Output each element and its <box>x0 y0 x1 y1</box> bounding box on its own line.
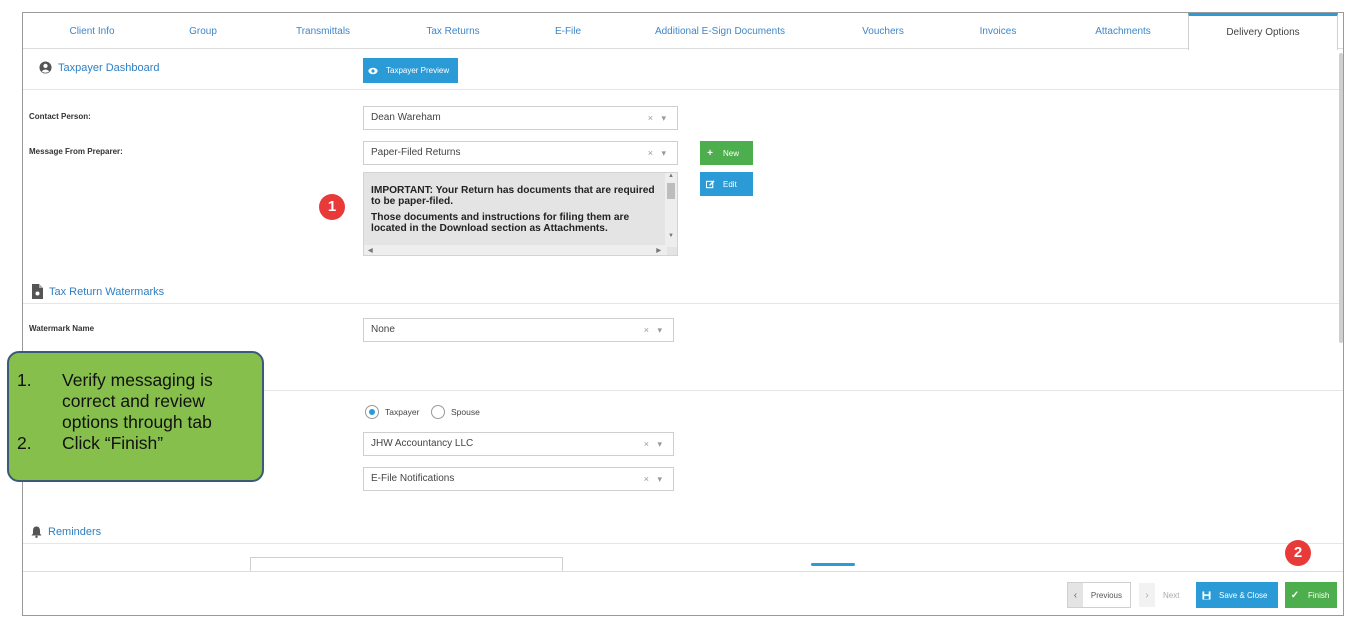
reminder-toggle-partial[interactable] <box>811 563 855 566</box>
step-2-badge: 2 <box>1285 540 1311 566</box>
finish-label: Finish <box>1308 590 1330 600</box>
radio-spouse[interactable]: Spouse <box>431 405 480 419</box>
chevron-right-icon: › <box>1139 583 1155 607</box>
scroll-left-icon[interactable]: ◀ <box>368 247 373 254</box>
tab-delivery-options[interactable]: Delivery Options <box>1188 13 1338 50</box>
instruction-text: Click “Finish” <box>62 433 164 453</box>
notification-sender-select[interactable]: JHW Accountancy LLC × ▾ <box>363 432 674 456</box>
watermark-name-value: None <box>371 324 395 335</box>
edit-message-button[interactable]: Edit <box>700 172 753 196</box>
contact-person-label: Contact Person: <box>29 112 91 121</box>
taxpayer-preview-button[interactable]: Taxpayer Preview <box>363 58 458 83</box>
divider <box>23 543 1343 544</box>
divider <box>23 89 1343 90</box>
taxpayer-dashboard-title: Taxpayer Dashboard <box>58 61 160 74</box>
contact-person-select[interactable]: Dean Wareham × ▾ <box>363 106 678 130</box>
document-icon <box>32 284 43 299</box>
message-template-select[interactable]: Paper-Filed Returns × ▾ <box>363 141 678 165</box>
checkmark-icon: ✓ <box>1290 589 1300 601</box>
tab-e-file[interactable]: E-File <box>523 13 613 49</box>
scroll-right-icon[interactable]: ▶ <box>656 247 661 254</box>
message-template-value: Paper-Filed Returns <box>371 147 461 158</box>
scroll-up-icon[interactable]: ▲ <box>668 173 674 179</box>
save-and-close-button[interactable]: Save & Close <box>1196 582 1278 608</box>
tab-bar: Client Info Group Transmittals Tax Retur… <box>23 13 1343 50</box>
tab-additional-esign-documents[interactable]: Additional E-Sign Documents <box>635 13 805 49</box>
tab-group[interactable]: Group <box>153 13 253 49</box>
notification-type-select[interactable]: E-File Notifications × ▾ <box>363 467 674 491</box>
tab-attachments[interactable]: Attachments <box>1068 13 1178 49</box>
clear-dropdown-icons[interactable]: × ▾ <box>644 468 665 490</box>
tab-client-info[interactable]: Client Info <box>37 13 147 49</box>
edit-icon <box>700 172 720 196</box>
instruction-text: Verify messaging is correct and review o… <box>62 370 213 432</box>
page-scrollbar[interactable] <box>1339 53 1343 343</box>
save-and-close-label: Save & Close <box>1219 590 1268 600</box>
message-preview-box[interactable]: IMPORTANT: Your Return has documents tha… <box>363 172 678 256</box>
clear-dropdown-icons[interactable]: × ▾ <box>648 142 669 164</box>
tab-tax-returns[interactable]: Tax Returns <box>393 13 513 49</box>
clear-dropdown-icons[interactable]: × ▾ <box>648 107 669 129</box>
tab-transmittals[interactable]: Transmittals <box>268 13 378 49</box>
tax-return-watermarks-title: Tax Return Watermarks <box>49 285 165 298</box>
message-from-preparer-label: Message From Preparer: <box>29 147 123 156</box>
instruction-item: 2. Click “Finish” <box>9 433 262 454</box>
message-body-line: Those documents and instructions for fil… <box>371 212 630 234</box>
horizontal-scrollbar[interactable] <box>364 245 667 255</box>
bell-icon <box>31 526 42 538</box>
scroll-down-icon[interactable]: ▼ <box>668 233 674 239</box>
instruction-list: 1. Verify messaging is correct and revie… <box>9 370 262 454</box>
clear-dropdown-icons[interactable]: × ▾ <box>644 433 665 455</box>
radio-spouse-label: Spouse <box>451 407 480 417</box>
reminders-title: Reminders <box>48 526 102 538</box>
radio-taxpayer-circle[interactable] <box>365 405 379 419</box>
step-1-badge: 1 <box>319 194 345 220</box>
instruction-number: 1. <box>17 370 32 390</box>
eye-icon <box>363 59 383 83</box>
footer-action-bar: ‹ Previous › Next Save & Close ✓ Finish <box>23 571 1343 615</box>
next-button[interactable]: › Next <box>1139 582 1189 608</box>
previous-button[interactable]: ‹ Previous <box>1067 582 1131 608</box>
next-label: Next <box>1163 590 1180 600</box>
divider <box>23 303 1343 304</box>
instruction-number: 2. <box>17 433 32 453</box>
taxpayer-preview-label: Taxpayer Preview <box>386 66 450 75</box>
plus-icon: + <box>707 147 713 159</box>
reminder-field-partial[interactable] <box>250 557 563 571</box>
new-message-button[interactable]: + New <box>700 141 753 165</box>
edit-message-label: Edit <box>723 179 737 189</box>
message-body-line: IMPORTANT: Your Return has documents tha… <box>371 185 655 207</box>
tax-return-watermarks-heading: Tax Return Watermarks <box>31 284 164 299</box>
tab-vouchers[interactable]: Vouchers <box>833 13 933 49</box>
watermark-name-select[interactable]: None × ▾ <box>363 318 674 342</box>
notification-type-value: E-File Notifications <box>371 473 455 484</box>
chevron-left-icon: ‹ <box>1068 583 1083 607</box>
clear-dropdown-icons[interactable]: × ▾ <box>644 319 665 341</box>
contact-person-value: Dean Wareham <box>371 112 441 123</box>
save-icon <box>1196 583 1216 607</box>
instruction-item: 1. Verify messaging is correct and revie… <box>9 370 262 433</box>
finish-button[interactable]: ✓ Finish <box>1285 582 1337 608</box>
scroll-thumb[interactable] <box>667 183 675 199</box>
taxpayer-dashboard-heading: Taxpayer Dashboard <box>39 61 160 74</box>
delivery-options-window: Client Info Group Transmittals Tax Retur… <box>22 12 1344 616</box>
instruction-callout: 1. Verify messaging is correct and revie… <box>7 351 264 482</box>
watermark-name-label: Watermark Name <box>29 324 95 333</box>
previous-label: Previous <box>1090 590 1122 600</box>
tab-invoices[interactable]: Invoices <box>948 13 1048 49</box>
user-circle-icon <box>39 61 52 74</box>
new-message-label: New <box>723 148 740 158</box>
notification-sender-value: JHW Accountancy LLC <box>371 438 474 449</box>
radio-taxpayer[interactable]: Taxpayer <box>365 405 420 419</box>
radio-spouse-circle[interactable] <box>431 405 445 419</box>
radio-taxpayer-label: Taxpayer <box>385 407 420 417</box>
reminders-heading: Reminders <box>31 526 101 538</box>
